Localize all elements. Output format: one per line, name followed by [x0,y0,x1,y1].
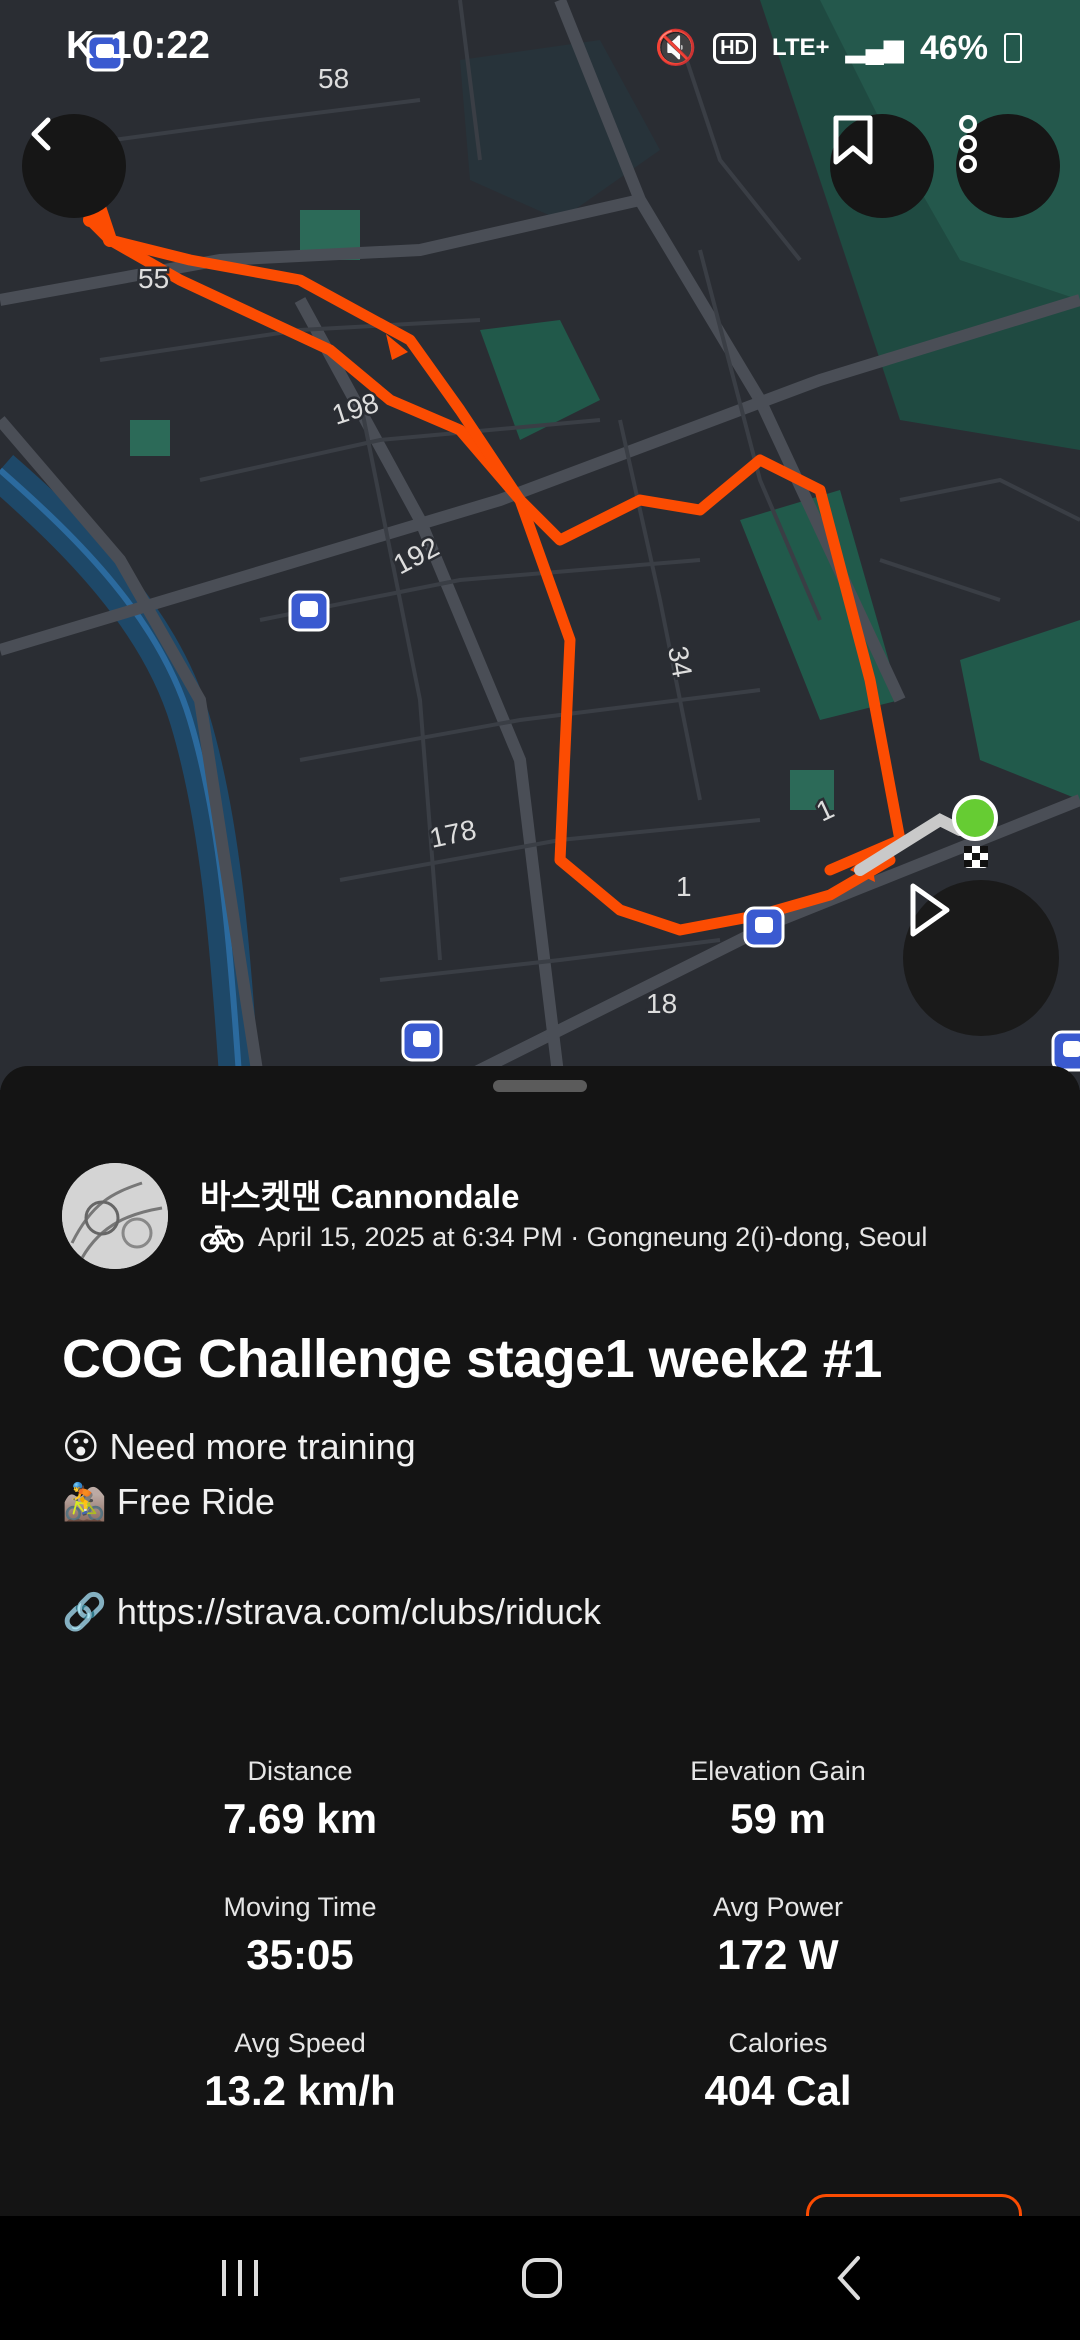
signal-icon: ▂▄▆ [845,32,904,63]
stat-label: Calories [728,2028,828,2058]
stat-avg-power: Avg Power 172 W [568,1892,988,1979]
play-icon [910,883,950,937]
back-button[interactable] [22,114,126,218]
hd-voice-icon: HD [713,32,756,64]
activity-sheet: 바스켓맨 Cannondale April 15, 2025 at 6:34 P… [0,1066,1080,2237]
description-line: 🚵 Free Ride [62,1481,275,1523]
description-text: Free Ride [116,1481,275,1522]
description-line: 😮 Need more training [62,1426,416,1468]
link-emoji-icon: 🔗 [62,1591,107,1632]
stat-value: 172 W [717,1931,839,1978]
battery-icon [1004,33,1022,63]
stat-calories: Calories 404 Cal [568,2028,988,2115]
train-station-icon [1051,1030,1080,1072]
road-label: 178 [427,814,479,854]
save-route-button[interactable] [830,114,934,218]
home-button[interactable] [512,2250,572,2306]
stat-label: Elevation Gain [690,1756,866,1786]
route-map[interactable]: 58 55 198 192 34 178 1 1 18 K 10:22 🔇 HD … [0,0,1080,1090]
start-marker [952,795,998,841]
mountain-biker-emoji-icon: 🚵 [62,1481,107,1522]
system-back-button[interactable] [818,2250,878,2306]
stat-elevation-gain: Elevation Gain 59 m [568,1756,988,1843]
athlete-name[interactable]: 바스켓맨 Cannondale [200,1170,519,1218]
description-line: 🔗 https://strava.com/clubs/riduck [62,1591,601,1633]
bookmark-icon [833,115,873,165]
home-icon [522,2258,562,2298]
activity-date-location: April 15, 2025 at 6:34 PM · Gongneung 2(… [258,1222,928,1252]
stat-label: Avg Speed [234,2028,366,2058]
more-vertical-icon [959,115,977,173]
system-nav-bar [0,2216,1080,2340]
stat-label: Distance [247,1756,353,1786]
stat-value: 13.2 km/h [204,2067,396,2114]
road-labels: 58 55 198 192 34 178 1 1 18 [136,61,842,1022]
flyover-play-button[interactable] [903,880,1059,1036]
stat-value: 404 Cal [704,2067,852,2114]
stat-value: 35:05 [246,1931,354,1978]
road-label: 55 [138,263,169,294]
back-icon [837,2256,860,2300]
road-label: 1 [811,793,838,828]
bike-icon [200,1225,244,1252]
activity-meta: April 15, 2025 at 6:34 PM · Gongneung 2(… [200,1222,927,1253]
description-text: Need more training [109,1426,416,1467]
avatar[interactable] [62,1163,168,1269]
stat-value: 59 m [730,1795,826,1842]
battery-level: 46% [919,28,988,67]
road-label: 18 [646,988,677,1019]
stat-moving-time: Moving Time 35:05 [90,1892,510,1979]
train-station-icon [743,906,785,948]
network-type: LTE+ [771,34,830,61]
finish-flag-icon [964,846,988,868]
road-label: 1 [676,871,692,902]
status-icons: 🔇 HD LTE+ ▂▄▆ 46% [655,28,1022,68]
stat-avg-speed: Avg Speed 13.2 km/h [90,2028,510,2115]
status-time: K 10:22 [66,24,210,67]
more-options-button[interactable] [956,114,1060,218]
chevron-left-icon [31,117,51,151]
club-link[interactable]: https://strava.com/clubs/riduck [117,1591,601,1633]
road-label: 34 [662,644,698,680]
stat-label: Avg Power [712,1892,844,1922]
astonished-emoji-icon: 😮 [62,1426,100,1467]
activity-title: COG Challenge stage1 week2 #1 [62,1329,882,1389]
stat-label: Moving Time [223,1892,377,1922]
mute-icon: 🔇 [654,29,698,67]
status-bar: K 10:22 🔇 HD LTE+ ▂▄▆ 46% [0,0,1080,100]
train-station-icon [288,590,330,632]
stat-value: 7.69 km [222,1795,378,1842]
avatar-image [62,1163,168,1269]
recent-apps-button[interactable] [210,2250,270,2306]
park-area [960,620,1080,800]
train-station-icon [401,1020,443,1062]
park-area [130,420,170,456]
sheet-drag-handle[interactable] [493,1080,587,1092]
stat-distance: Distance 7.69 km [90,1756,510,1843]
recent-apps-icon [222,2260,258,2296]
